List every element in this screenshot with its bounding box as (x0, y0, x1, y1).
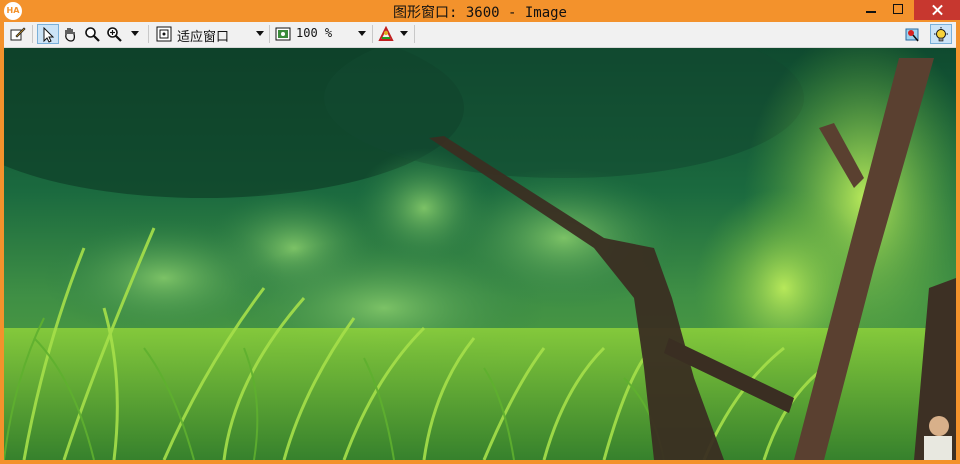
pencil-edit-icon (10, 27, 26, 41)
toolbar: 适应窗口 100 % (4, 22, 956, 48)
magnifier-plus-icon (107, 27, 122, 42)
zoom-mode-label[interactable]: 适应窗口 (177, 26, 229, 45)
edit-tool-button[interactable] (8, 24, 28, 44)
image-canvas[interactable] (4, 48, 956, 460)
color-tool-button[interactable] (376, 24, 396, 44)
maximize-button[interactable] (884, 0, 914, 20)
toolbar-separator (269, 25, 270, 43)
zoom-tool-dropdown-arrow[interactable] (131, 31, 139, 36)
light-bulb-button[interactable] (930, 24, 952, 44)
forest-image (4, 48, 956, 460)
toolbar-separator (414, 25, 415, 43)
color-tool-dropdown-arrow[interactable] (400, 31, 408, 36)
zoom-percent-icon (275, 27, 291, 41)
toolbar-separator (372, 25, 373, 43)
magnifier-icon (85, 27, 100, 42)
graphics-window: HA 图形窗口: 3600 - Image 适应窗口 100 % (0, 0, 960, 464)
zoom-mode-dropdown-arrow[interactable] (256, 31, 264, 36)
fit-window-icon (156, 26, 172, 42)
toolbar-separator (148, 25, 149, 43)
window-title: 图形窗口: 3600 - Image (392, 5, 567, 21)
zoom-percent-button[interactable] (273, 24, 293, 44)
pointer-tool-button[interactable] (37, 24, 59, 44)
pointer-arrow-icon (43, 27, 55, 43)
zoom-percent-dropdown-arrow[interactable] (358, 31, 366, 36)
light-bulb-icon (934, 27, 948, 42)
fit-window-button[interactable] (154, 24, 174, 44)
color-palette-icon (378, 26, 394, 41)
zoom-percent-value[interactable]: 100 % (296, 26, 332, 40)
zoom-in-tool-button[interactable] (104, 24, 124, 44)
map-pin-icon (905, 28, 919, 42)
zoom-tool-button[interactable] (82, 24, 102, 44)
title-bar[interactable]: HA 图形窗口: 3600 - Image (0, 0, 960, 22)
pan-tool-button[interactable] (60, 24, 80, 44)
hand-pan-icon (65, 28, 76, 42)
close-button[interactable] (914, 0, 960, 20)
toolbar-separator (32, 25, 33, 43)
minimize-button[interactable] (856, 0, 886, 20)
map-tool-button[interactable] (902, 24, 922, 44)
